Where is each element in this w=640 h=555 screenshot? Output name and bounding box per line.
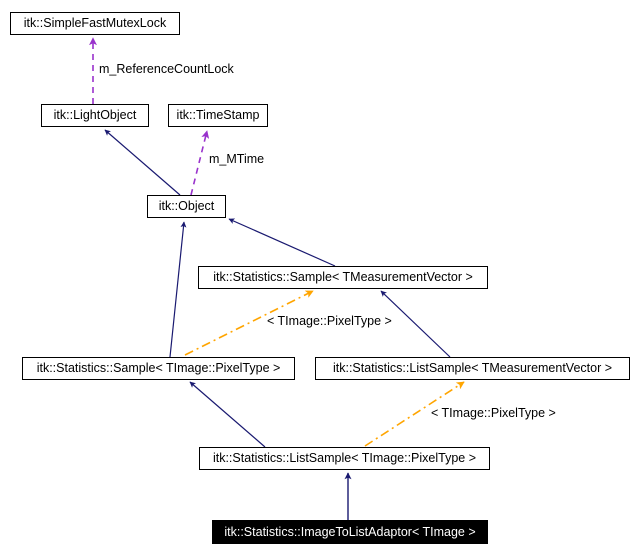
edge-label-m-reference-count-lock: m_ReferenceCountLock [99,62,234,76]
class-node-label: itk::Statistics::ListSample< TImage::Pix… [212,451,477,466]
class-node-object[interactable]: itk::Object [147,195,226,218]
class-node-listsample-timage-pixeltype[interactable]: itk::Statistics::ListSample< TImage::Pix… [199,447,490,470]
edge-object-inherits-light-object [104,129,181,196]
class-node-time-stamp[interactable]: itk::TimeStamp [168,104,268,127]
uml-class-diagram: itk::SimpleFastMutexLock itk::LightObjec… [0,0,640,555]
class-node-label: itk::Object [158,199,215,214]
class-node-label: itk::LightObject [53,108,137,123]
edge-label-template-param-upper: < TImage::PixelType > [267,314,392,328]
class-node-label: itk::Statistics::ImageToListAdaptor< TIm… [224,524,476,539]
edge-label-m-mtime: m_MTime [209,152,265,166]
class-node-label: itk::Statistics::ListSample< TMeasuremen… [332,361,613,376]
edge-sample-pixeltype-inherits-object [169,221,187,358]
class-node-simple-fast-mutex-lock[interactable]: itk::SimpleFastMutexLock [10,12,180,35]
edge-label-template-param-lower: < TImage::PixelType > [431,406,556,420]
class-node-label: itk::Statistics::Sample< TImage::PixelTy… [36,361,281,376]
edge-listsample-pixeltype-inherits-sample-pixeltype [189,381,266,448]
class-node-sample-tmeasurementvector[interactable]: itk::Statistics::Sample< TMeasurementVec… [198,266,488,289]
class-node-image-to-list-adaptor[interactable]: itk::Statistics::ImageToListAdaptor< TIm… [212,520,488,544]
class-node-light-object[interactable]: itk::LightObject [41,104,149,127]
class-node-label: itk::Statistics::Sample< TMeasurementVec… [213,270,473,285]
class-node-sample-timage-pixeltype[interactable]: itk::Statistics::Sample< TImage::PixelTy… [22,357,295,380]
class-node-label: itk::TimeStamp [176,108,260,123]
edge-sample-inherits-object [228,218,336,267]
class-node-label: itk::SimpleFastMutexLock [23,16,167,31]
edge-object-uses-time-stamp [190,130,210,196]
class-node-listsample-tmeasurementvector[interactable]: itk::Statistics::ListSample< TMeasuremen… [315,357,630,380]
